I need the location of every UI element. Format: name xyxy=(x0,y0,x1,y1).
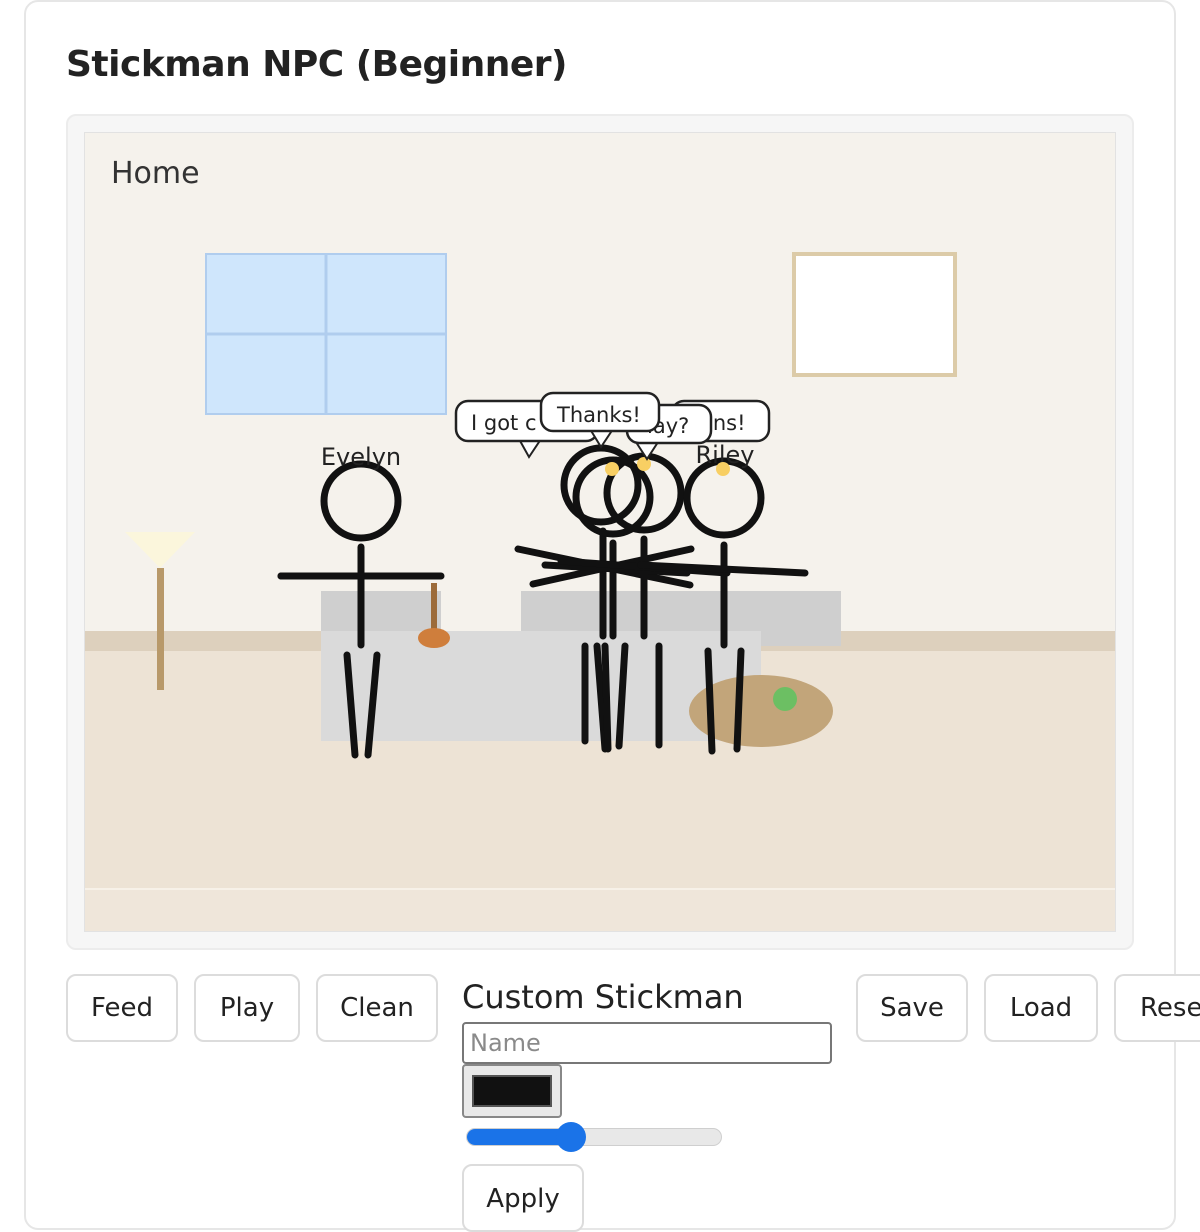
picture-frame xyxy=(792,252,957,377)
svg-text:I got c: I got c xyxy=(471,411,537,435)
color-swatch xyxy=(472,1075,552,1107)
apply-button[interactable]: Apply xyxy=(462,1164,584,1232)
custom-stickman-title: Custom Stickman xyxy=(462,978,744,1016)
name-field[interactable] xyxy=(462,1022,832,1064)
load-button[interactable]: Load xyxy=(984,974,1098,1042)
svg-text:ins!: ins! xyxy=(707,411,746,435)
save-button[interactable]: Save xyxy=(856,974,968,1042)
window xyxy=(205,253,447,415)
page-title: Stickman NPC (Beginner) xyxy=(66,44,568,85)
npc-name-evelyn: Evelyn xyxy=(321,443,401,471)
scene-canvas[interactable]: Home Evelyn Riley I got c ins! lay? Than… xyxy=(85,133,1116,932)
size-slider[interactable] xyxy=(466,1122,722,1152)
reset-button[interactable]: Rese xyxy=(1114,974,1200,1042)
slider-thumb[interactable] xyxy=(556,1122,587,1152)
play-button[interactable]: Play xyxy=(194,974,300,1042)
color-picker[interactable] xyxy=(462,1064,562,1118)
svg-text:Thanks!: Thanks! xyxy=(556,403,641,427)
toy-ball[interactable] xyxy=(773,687,797,711)
feed-button[interactable]: Feed xyxy=(66,974,178,1042)
mood-dot xyxy=(716,462,730,476)
mood-dot xyxy=(637,457,651,471)
room-label: Home xyxy=(111,156,200,191)
mood-dot xyxy=(605,462,619,476)
game-stage[interactable]: Home Evelyn Riley I got c ins! lay? Than… xyxy=(84,132,1116,932)
floor-edge xyxy=(85,889,1115,931)
clean-button[interactable]: Clean xyxy=(316,974,438,1042)
